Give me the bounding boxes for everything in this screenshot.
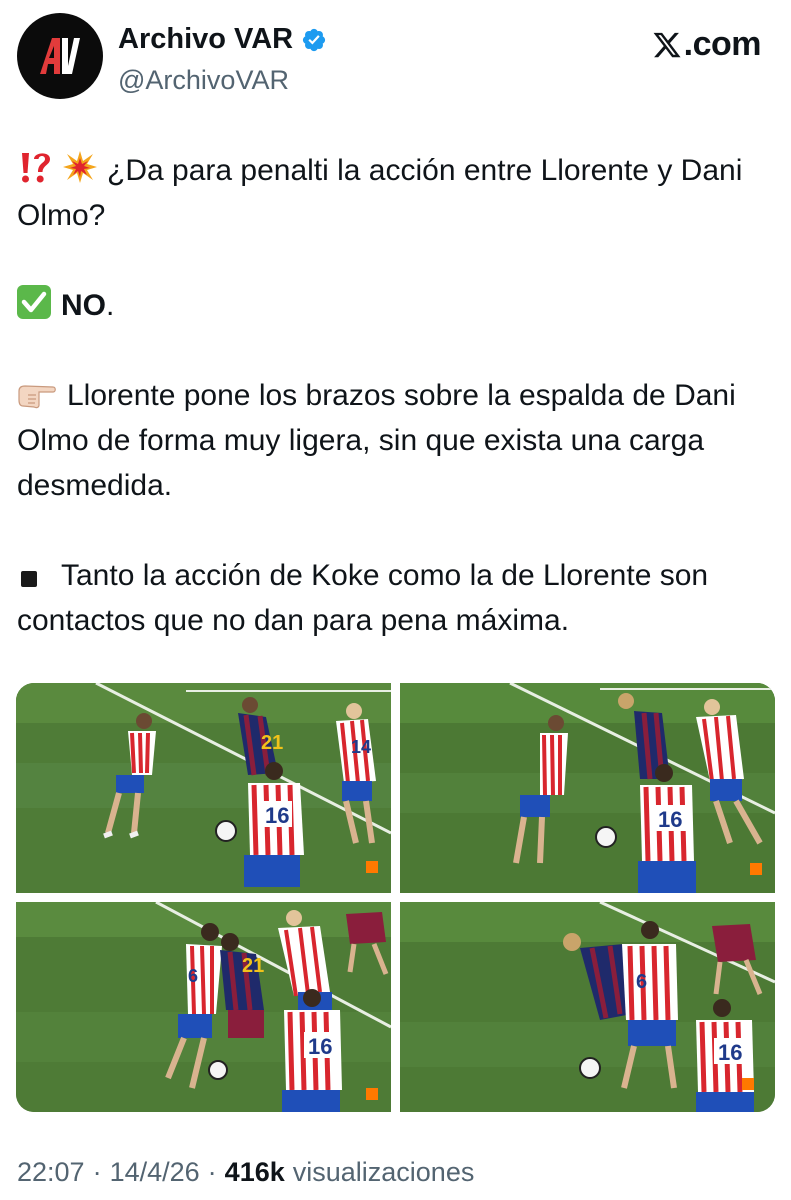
tweet-header: Archivo VAR @ArchivoVAR .com: [17, 13, 777, 103]
media-grid[interactable]: 21 14 16 16 6 21 16 6 16: [16, 683, 775, 1112]
tweet-body: ¿Da para penalti la acción entre Llorent…: [17, 148, 767, 643]
tweet-point-2-text: Tanto la acción de Koke como la de Llore…: [17, 559, 709, 637]
x-site-label: .com: [683, 25, 762, 63]
black-small-square-icon: [21, 571, 37, 587]
tweet-answer: NO.: [17, 283, 767, 328]
tweet-point-1: Llorente pone los brazos sobre la espald…: [17, 373, 767, 508]
atm-number-6: 6: [636, 971, 647, 993]
meta-separator: ·: [207, 1157, 217, 1187]
orange-logo-icon: [750, 863, 762, 875]
tweet-question: ¿Da para penalti la acción entre Llorent…: [17, 148, 767, 238]
collision-icon: [63, 151, 97, 183]
photo-4[interactable]: 6 16: [400, 902, 775, 1112]
views-label: visualizaciones: [292, 1157, 475, 1187]
atm-number-16: 16: [308, 1034, 332, 1059]
x-brand[interactable]: .com: [652, 25, 762, 64]
avatar[interactable]: [17, 13, 103, 99]
display-name[interactable]: Archivo VAR: [118, 23, 293, 56]
photo-3[interactable]: 6 21 16: [16, 902, 391, 1112]
orange-logo-icon: [366, 861, 378, 873]
football-scene-image: 21 14 16: [16, 683, 391, 893]
check-mark-button-icon: [17, 285, 51, 319]
football-scene-image: 6 21 16: [16, 902, 391, 1112]
ball: [215, 820, 237, 842]
ball: [579, 1057, 601, 1079]
atm-number-6: 6: [188, 966, 198, 986]
fcb-number: 21: [261, 732, 283, 754]
tweet-question-text: ¿Da para penalti la acción entre Llorent…: [17, 154, 743, 232]
orange-logo-icon: [742, 1078, 754, 1090]
fcb-number: 21: [242, 955, 264, 977]
photo-1[interactable]: 21 14 16: [16, 683, 391, 893]
orange-logo-icon: [366, 1088, 378, 1100]
football-scene-image: 6 16: [400, 902, 775, 1112]
ball: [595, 826, 617, 848]
meta-separator: ·: [92, 1157, 102, 1187]
football-scene-image: 16: [400, 683, 775, 893]
tweet-time[interactable]: 22:07: [17, 1157, 85, 1188]
views-count: 416k: [224, 1157, 285, 1187]
tweet-answer-punct: .: [106, 289, 115, 322]
atm-number-16: 16: [718, 1040, 742, 1065]
verified-badge-icon: [303, 28, 326, 51]
tweet-date[interactable]: 14/4/26: [110, 1157, 200, 1188]
x-logo-icon: [653, 32, 681, 57]
backhand-index-pointing-right-icon: [18, 385, 56, 409]
author-handle[interactable]: @ArchivoVAR: [118, 65, 289, 96]
interrobang-icon: [22, 153, 50, 183]
tweet-point-1-text: Llorente pone los brazos sobre la espald…: [17, 379, 736, 502]
tweet-answer-bold: NO: [61, 289, 106, 322]
atm-number-14: 14: [351, 737, 371, 757]
tweet-point-2: Tanto la acción de Koke como la de Llore…: [17, 553, 767, 643]
tweet-meta: 22:07 · 14/4/26 · 416k visualizaciones: [17, 1157, 474, 1188]
atm-number-16: 16: [658, 807, 682, 832]
photo-2[interactable]: 16: [400, 683, 775, 893]
author-name-row: Archivo VAR: [118, 23, 327, 56]
atm-number-16: 16: [265, 803, 289, 828]
archivo-var-logo-icon: [40, 38, 80, 74]
ball: [208, 1060, 228, 1080]
